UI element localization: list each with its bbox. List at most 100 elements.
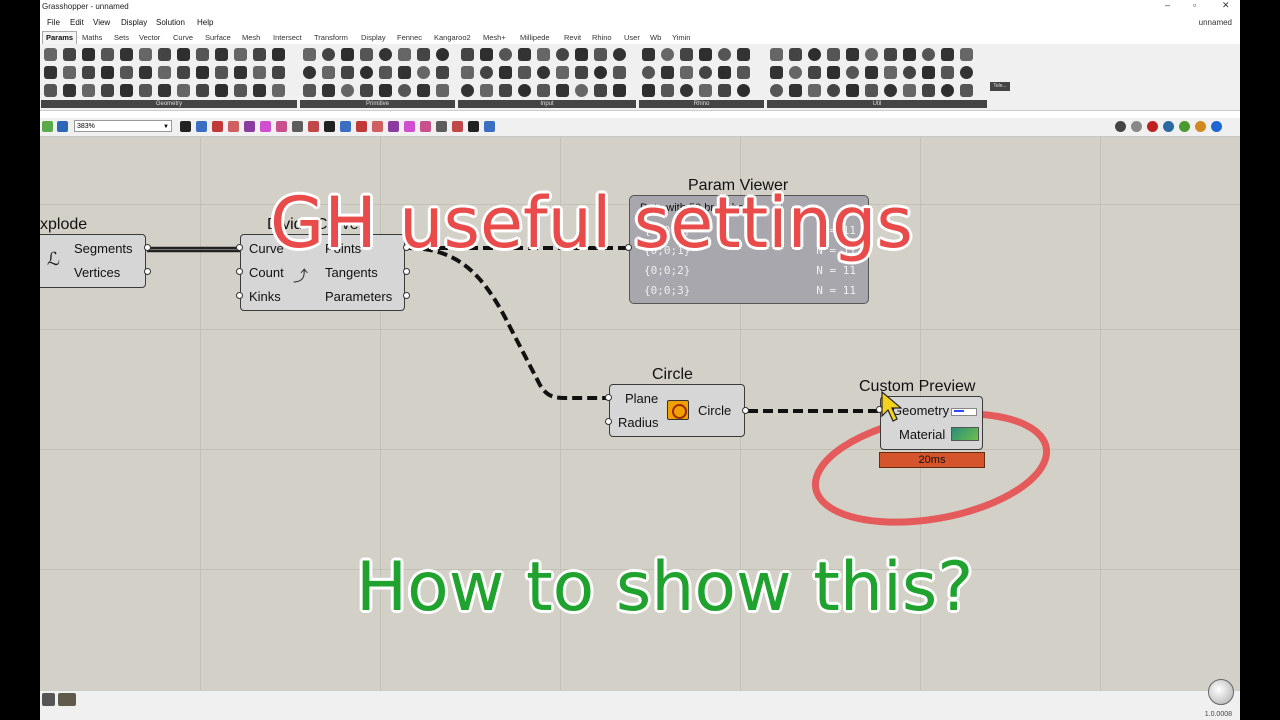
- component-icon[interactable]: [594, 66, 607, 79]
- component-icon[interactable]: [518, 84, 531, 97]
- component-icon[interactable]: [158, 84, 171, 97]
- component-icon[interactable]: [82, 84, 95, 97]
- component-icon[interactable]: [360, 66, 373, 79]
- circle-radius-port[interactable]: [605, 418, 612, 425]
- component-icon[interactable]: [82, 66, 95, 79]
- toolbar-icon[interactable]: [292, 121, 303, 132]
- toolbar-icon[interactable]: [276, 121, 287, 132]
- component-icon[interactable]: [158, 66, 171, 79]
- component-icon[interactable]: [101, 84, 114, 97]
- menu-edit[interactable]: Edit: [70, 18, 84, 27]
- component-icon[interactable]: [865, 84, 878, 97]
- tab-intersect[interactable]: Intersect: [273, 33, 302, 42]
- component-icon[interactable]: [737, 84, 750, 97]
- divide-parameters-port[interactable]: [403, 292, 410, 299]
- circle-component[interactable]: Plane Radius Circle: [609, 384, 745, 437]
- toolbar-icon[interactable]: [212, 121, 223, 132]
- toolbar-right-icon[interactable]: [1195, 121, 1206, 132]
- save-file-icon[interactable]: [57, 121, 68, 132]
- component-icon[interactable]: [680, 84, 693, 97]
- component-icon[interactable]: [63, 48, 76, 61]
- minimize-button[interactable]: –: [1165, 0, 1170, 10]
- component-icon[interactable]: [827, 66, 840, 79]
- component-icon[interactable]: [253, 66, 266, 79]
- component-icon[interactable]: [699, 48, 712, 61]
- tab-mesh[interactable]: Mesh: [242, 33, 260, 42]
- component-icon[interactable]: [661, 48, 674, 61]
- divide-kinks-port[interactable]: [236, 292, 243, 299]
- tab-user[interactable]: User: [624, 33, 640, 42]
- component-icon[interactable]: [661, 84, 674, 97]
- toolbar-icon[interactable]: [388, 121, 399, 132]
- component-icon[interactable]: [272, 66, 285, 79]
- component-icon[interactable]: [44, 66, 57, 79]
- component-icon[interactable]: [322, 84, 335, 97]
- status-add-icon[interactable]: [58, 693, 76, 706]
- component-icon[interactable]: [642, 84, 655, 97]
- component-icon[interactable]: [699, 66, 712, 79]
- component-icon[interactable]: [575, 48, 588, 61]
- component-icon[interactable]: [718, 84, 731, 97]
- tab-fennec[interactable]: Fennec: [397, 33, 422, 42]
- component-icon[interactable]: [63, 66, 76, 79]
- tab-display[interactable]: Display: [361, 33, 386, 42]
- component-icon[interactable]: [556, 48, 569, 61]
- toolbar-icon[interactable]: [372, 121, 383, 132]
- component-icon[interactable]: [120, 48, 133, 61]
- tab-millipede[interactable]: Millipede: [520, 33, 550, 42]
- component-icon[interactable]: [398, 66, 411, 79]
- component-icon[interactable]: [480, 84, 493, 97]
- component-icon[interactable]: [360, 48, 373, 61]
- component-icon[interactable]: [461, 48, 474, 61]
- toolbar-right-icon[interactable]: [1115, 121, 1126, 132]
- component-icon[interactable]: [120, 84, 133, 97]
- component-icon[interactable]: [341, 66, 354, 79]
- component-icon[interactable]: [398, 84, 411, 97]
- tab-kangaroo2[interactable]: Kangaroo2: [434, 33, 471, 42]
- toolbar-icon[interactable]: [244, 121, 255, 132]
- component-icon[interactable]: [272, 84, 285, 97]
- component-icon[interactable]: [398, 48, 411, 61]
- component-icon[interactable]: [642, 66, 655, 79]
- circle-output-port[interactable]: [742, 407, 749, 414]
- component-icon[interactable]: [556, 66, 569, 79]
- component-icon[interactable]: [537, 84, 550, 97]
- component-icon[interactable]: [341, 48, 354, 61]
- component-icon[interactable]: [63, 84, 76, 97]
- component-icon[interactable]: [158, 48, 171, 61]
- component-icon[interactable]: [139, 84, 152, 97]
- component-icon[interactable]: [770, 48, 783, 61]
- component-icon[interactable]: [120, 66, 133, 79]
- component-icon[interactable]: [196, 84, 209, 97]
- component-icon[interactable]: [846, 84, 859, 97]
- component-icon[interactable]: [827, 48, 840, 61]
- component-icon[interactable]: [499, 48, 512, 61]
- component-icon[interactable]: [642, 48, 655, 61]
- tab-curve[interactable]: Curve: [173, 33, 193, 42]
- component-icon[interactable]: [537, 66, 550, 79]
- component-icon[interactable]: [101, 66, 114, 79]
- component-icon[interactable]: [480, 66, 493, 79]
- component-icon[interactable]: [808, 84, 821, 97]
- component-icon[interactable]: [379, 84, 392, 97]
- component-icon[interactable]: [379, 66, 392, 79]
- menu-solution[interactable]: Solution: [156, 18, 185, 27]
- component-icon[interactable]: [808, 66, 821, 79]
- component-icon[interactable]: [537, 48, 550, 61]
- component-icon[interactable]: [789, 66, 802, 79]
- component-icon[interactable]: [594, 84, 607, 97]
- toolbar-icon[interactable]: [356, 121, 367, 132]
- component-icon[interactable]: [322, 48, 335, 61]
- tab-yimin[interactable]: Yimin: [672, 33, 690, 42]
- component-icon[interactable]: [903, 66, 916, 79]
- component-icon[interactable]: [461, 84, 474, 97]
- toolbar-icon[interactable]: [436, 121, 447, 132]
- toolbar-right-icon[interactable]: [1163, 121, 1174, 132]
- divide-count-port[interactable]: [236, 268, 243, 275]
- component-icon[interactable]: [680, 48, 693, 61]
- zoom-level-input[interactable]: 383% ▼: [74, 120, 172, 132]
- component-icon[interactable]: [82, 48, 95, 61]
- component-icon[interactable]: [44, 84, 57, 97]
- component-icon[interactable]: [941, 66, 954, 79]
- component-icon[interactable]: [808, 48, 821, 61]
